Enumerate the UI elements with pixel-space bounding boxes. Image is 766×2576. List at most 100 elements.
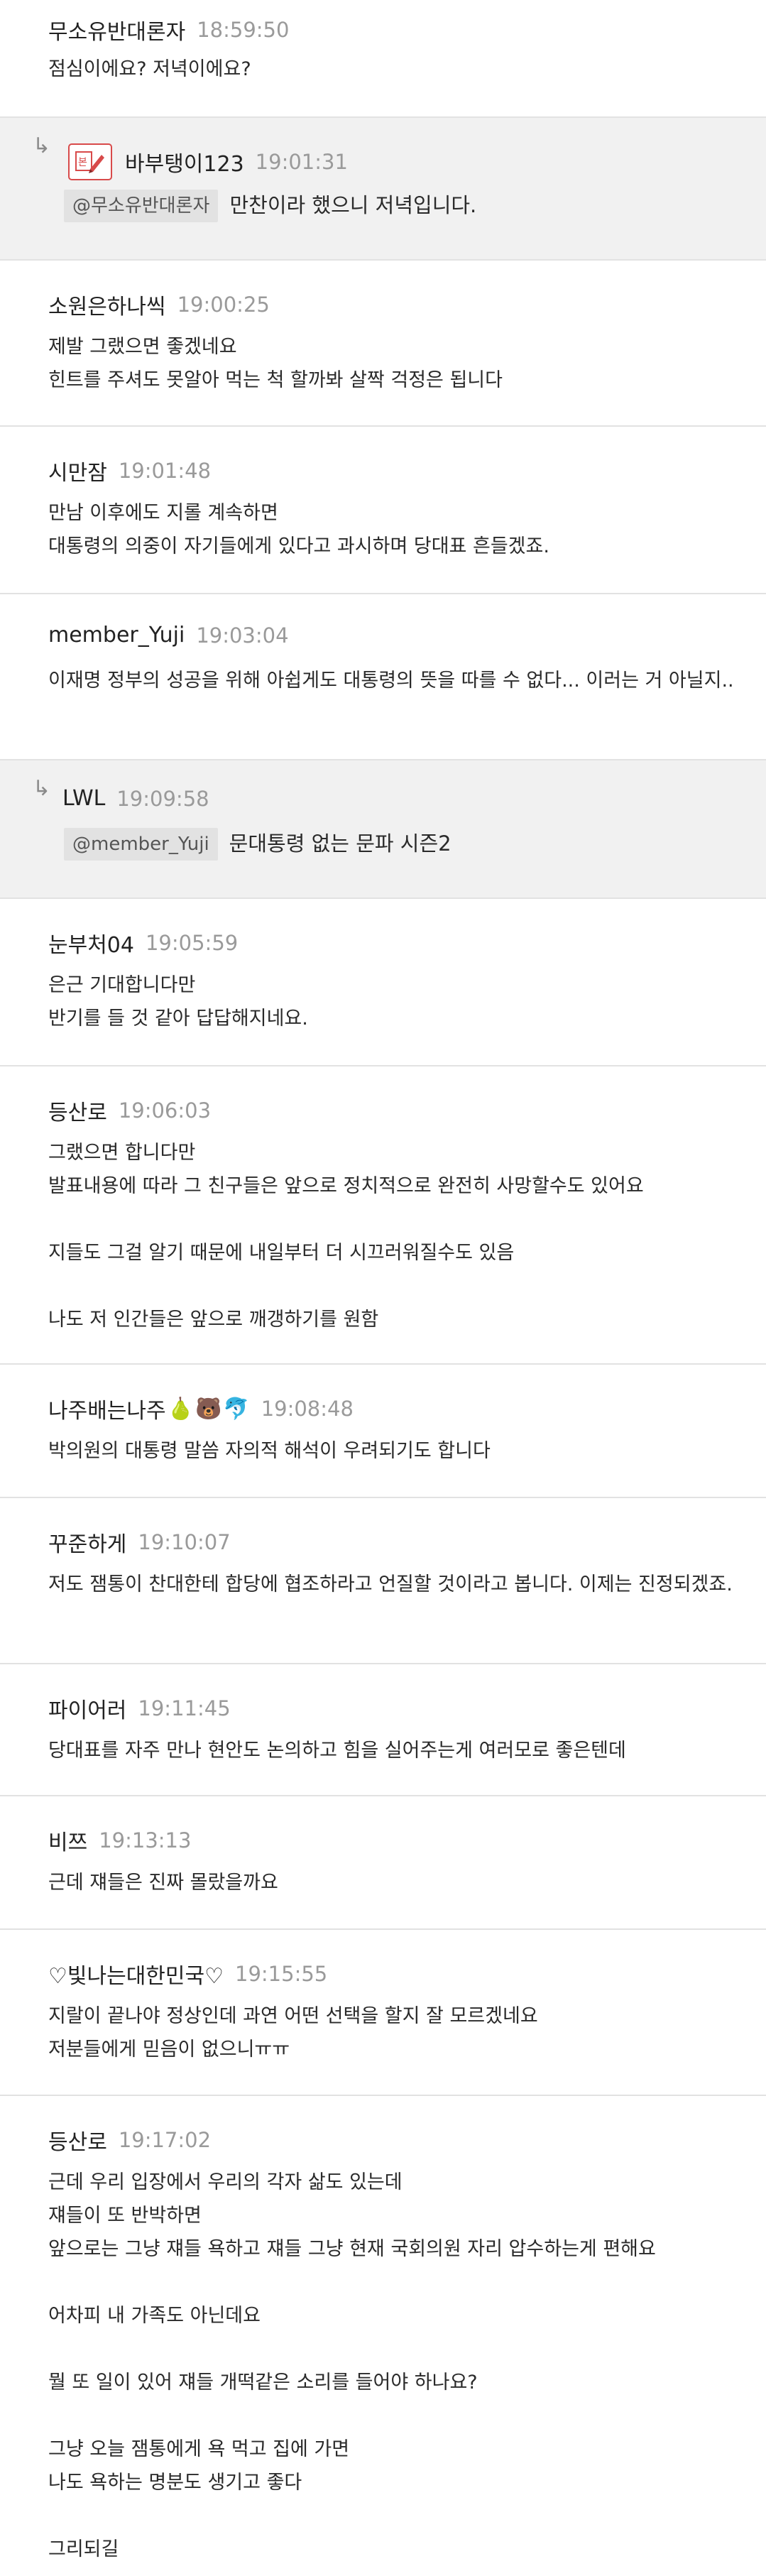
- comment-author[interactable]: 비쯔: [48, 1825, 87, 1856]
- comment-author[interactable]: 나주배는나주: [48, 1393, 166, 1424]
- svg-text:본: 본: [78, 157, 87, 168]
- comment-header: member_Yuji 19:03:04: [48, 623, 289, 648]
- comment-time: 19:17:02: [118, 2128, 212, 2152]
- comment-header: 본 바부탱이123 19:01:31: [68, 143, 348, 180]
- comment-line: 그리되길: [48, 2538, 119, 2560]
- mention-tag[interactable]: @member_Yuji: [64, 827, 218, 861]
- comment-time: 19:09:58: [116, 786, 209, 811]
- comment-author[interactable]: member_Yuji: [48, 623, 185, 648]
- comment-line: [48, 2332, 656, 2366]
- avatar-badge-icon: 본: [68, 143, 112, 180]
- reply-arrow-icon: ↳: [33, 133, 51, 158]
- comment-time: 19:06:03: [118, 1098, 212, 1123]
- comment: 파이어러 19:11:45 당대표를 자주 만나 현안도 논의하고 힘을 실어주…: [0, 1664, 766, 1796]
- comment-line: 힌트를 주셔도 못알아 먹는 척 할까봐 살짝 걱정은 됩니다: [48, 369, 503, 391]
- comment-body: 이재명 정부의 성공을 위해 아쉽게도 대통령의 뜻을 따를 수 없다... 이…: [48, 664, 744, 697]
- comment-body: 근데 우리 입장에서 우리의 각자 삶도 있는데 쟤들이 또 반박하면 앞으로는…: [48, 2166, 656, 2566]
- comment-line: [48, 2399, 656, 2433]
- comment-time: 19:13:13: [99, 1828, 192, 1852]
- comment-line: 만남 이후에도 지롤 계속하면: [48, 502, 278, 524]
- comment-header: ♡빛나는대한민국♡ 19:15:55: [48, 1958, 327, 1990]
- comment-line: 발표내용에 따라 그 친구들은 앞으로 정치적으로 완전히 사망할수도 있어요: [48, 1175, 644, 1197]
- reply-comment: ↳ 본 바부탱이123 19:01:31 @무소유반대론자 만찬이라 했으니 저…: [0, 118, 766, 261]
- reply-body: @무소유반대론자 만찬이라 했으니 저녁입니다.: [64, 189, 476, 222]
- pear-emoji-icon: 🍐: [167, 1396, 194, 1421]
- comment-header: 무소유반대론자 18:59:50: [48, 14, 289, 45]
- comment-line: [48, 1270, 644, 1303]
- comment: 꾸준하게 19:10:07 저도 잼통이 찬대한테 합당에 협조하라고 언질할 …: [0, 1498, 766, 1664]
- comment-time: 19:05:59: [145, 931, 239, 955]
- comment-header: 파이어러 19:11:45: [48, 1693, 231, 1724]
- comment-line: 저도 잼통이 찬대한테 합당에 협조하라고 언질할 것이라고 봅니다. 이제는 …: [48, 1573, 733, 1595]
- comment-line: 지랄이 끝나야 정상인데 과연 어떤 선택을 할지 잘 모르겠네요: [48, 2005, 538, 2027]
- comment-line: 근데 우리 입장에서 우리의 각자 삶도 있는데: [48, 2171, 403, 2193]
- comment-author[interactable]: 등산로: [48, 2124, 107, 2156]
- comment-time: 19:08:48: [261, 1397, 354, 1421]
- comment-line: [48, 2499, 656, 2533]
- comment-author[interactable]: 등산로: [48, 1095, 107, 1126]
- comment-header: LWL 19:09:58: [62, 786, 209, 811]
- comment: 비쯔 19:13:13 근데 쟤들은 진짜 몰랐을까요: [0, 1796, 766, 1930]
- comment-body: 제발 그랬으면 좋겠네요 힌트를 주셔도 못알아 먹는 척 할까봐 살짝 걱정은…: [48, 330, 503, 397]
- comment-body: 근데 쟤들은 진짜 몰랐을까요: [48, 1866, 278, 1899]
- dolphin-emoji-icon: 🐬: [223, 1396, 250, 1421]
- comment-line: [48, 2266, 656, 2299]
- comment-body: 은근 기대합니다만 반기를 들 것 같아 답답해지네요.: [48, 968, 308, 1035]
- comment-line: 대통령의 의중이 자기들에게 있다고 과시하며 당대표 흔들겠죠.: [48, 535, 549, 557]
- comment-header: 눈부처04 19:05:59: [48, 927, 238, 959]
- comment-line: 앞으로는 그냥 쟤들 욕하고 쟤들 그냥 현재 국회의원 자리 압수하는게 편해…: [48, 2238, 656, 2260]
- comment-body: 당대표를 자주 만나 현안도 논의하고 힘을 실어주는게 여러모로 좋은텐데: [48, 1734, 626, 1767]
- mention-tag[interactable]: @무소유반대론자: [64, 189, 219, 222]
- comment-time: 19:03:04: [196, 623, 289, 648]
- comment-line: 이재명 정부의 성공을 위해 아쉽게도 대통령의 뜻을 따를 수 없다... 이…: [48, 670, 734, 692]
- comment: 눈부처04 19:05:59 은근 기대합니다만 반기를 들 것 같아 답답해지…: [0, 899, 766, 1066]
- comment-header: 시만잠 19:01:48: [48, 455, 211, 486]
- comment: member_Yuji 19:03:04 이재명 정부의 성공을 위해 아쉽게도…: [0, 594, 766, 760]
- comment-line: 반기를 들 것 같아 답답해지네요.: [48, 1008, 308, 1030]
- comment-line: 당대표를 자주 만나 현안도 논의하고 힘을 실어주는게 여러모로 좋은텐데: [48, 1740, 626, 1762]
- comment-line: 저분들에게 믿음이 없으니ㅠㅠ: [48, 2039, 290, 2061]
- comment-line: 어차피 내 가족도 아닌데요: [48, 2305, 261, 2327]
- comment-author[interactable]: 눈부처04: [48, 927, 134, 959]
- bear-emoji-icon: 🐻: [195, 1396, 222, 1421]
- comment-line: 그랬으면 합니다만: [48, 1142, 196, 1164]
- comment-author[interactable]: 무소유반대론자: [48, 14, 185, 45]
- comment-author[interactable]: LWL: [62, 786, 105, 811]
- comment-time: 19:00:25: [177, 293, 270, 317]
- comment: 시만잠 19:01:48 만남 이후에도 지롤 계속하면 대통령의 의중이 자기…: [0, 427, 766, 594]
- comment-body: 저도 잼통이 찬대한테 합당에 협조하라고 언질할 것이라고 봅니다. 이제는 …: [48, 1568, 744, 1601]
- reply-text: 문대통령 없는 문파 시즌2: [229, 831, 452, 856]
- comment-header: 소원은하나씩 19:00:25: [48, 289, 270, 320]
- comment-line: 제발 그랬으면 좋겠네요: [48, 336, 237, 358]
- comment-author[interactable]: 꾸준하게: [48, 1527, 126, 1558]
- comment-line: [48, 1203, 644, 1236]
- comment-body: 지랄이 끝나야 정상인데 과연 어떤 선택을 할지 잘 모르겠네요 저분들에게 …: [48, 1999, 538, 2066]
- reply-arrow-icon: ↳: [33, 776, 51, 801]
- comment-time: 19:11:45: [138, 1696, 231, 1720]
- comment-header: 꾸준하게 19:10:07: [48, 1527, 231, 1558]
- comment-line: 뭘 또 일이 있어 쟤들 개떡같은 소리를 들어야 하나요?: [48, 2372, 478, 2394]
- comment-line: 은근 기대합니다만: [48, 974, 196, 996]
- comment-header: 나주배는나주 🍐 🐻 🐬 19:08:48: [48, 1393, 354, 1424]
- comment-line: 나도 저 인간들은 앞으로 깨갱하기를 원함: [48, 1309, 379, 1331]
- comment-header: 등산로 19:17:02: [48, 2124, 211, 2156]
- comment-line: 지들도 그걸 알기 때문에 내일부터 더 시끄러워질수도 있음: [48, 1242, 515, 1264]
- comment-author[interactable]: 소원은하나씩: [48, 289, 166, 320]
- comment-line: 쟤들이 또 반박하면: [48, 2205, 202, 2227]
- comment-time: 18:59:50: [197, 18, 290, 42]
- reply-comment: ↳ LWL 19:09:58 @member_Yuji 문대통령 없는 문파 시…: [0, 760, 766, 899]
- comment: 등산로 19:06:03 그랬으면 합니다만 발표내용에 따라 그 친구들은 앞…: [0, 1066, 766, 1365]
- comment-body: 박의원의 대통령 말씀 자의적 해석이 우려되기도 합니다: [48, 1434, 491, 1468]
- comment: 등산로 19:17:02 근데 우리 입장에서 우리의 각자 삶도 있는데 쟤들…: [0, 2096, 766, 2576]
- reply-text: 만찬이라 했으니 저녁입니다.: [229, 193, 477, 217]
- comment-author[interactable]: ♡빛나는대한민국♡: [48, 1958, 224, 1990]
- comment-author[interactable]: 시만잠: [48, 455, 107, 486]
- comment: 나주배는나주 🍐 🐻 🐬 19:08:48 박의원의 대통령 말씀 자의적 해석…: [0, 1365, 766, 1498]
- comment-author[interactable]: 바부탱이123: [125, 146, 244, 178]
- comment: ♡빛나는대한민국♡ 19:15:55 지랄이 끝나야 정상인데 과연 어떤 선택…: [0, 1930, 766, 2096]
- comment-time: 19:15:55: [235, 1962, 328, 1986]
- comment-line: 점심이에요? 저녁이에요?: [48, 58, 251, 80]
- comment-header: 등산로 19:06:03: [48, 1095, 211, 1126]
- comment-author[interactable]: 파이어러: [48, 1693, 126, 1724]
- reply-body: @member_Yuji 문대통령 없는 문파 시즌2: [64, 827, 452, 861]
